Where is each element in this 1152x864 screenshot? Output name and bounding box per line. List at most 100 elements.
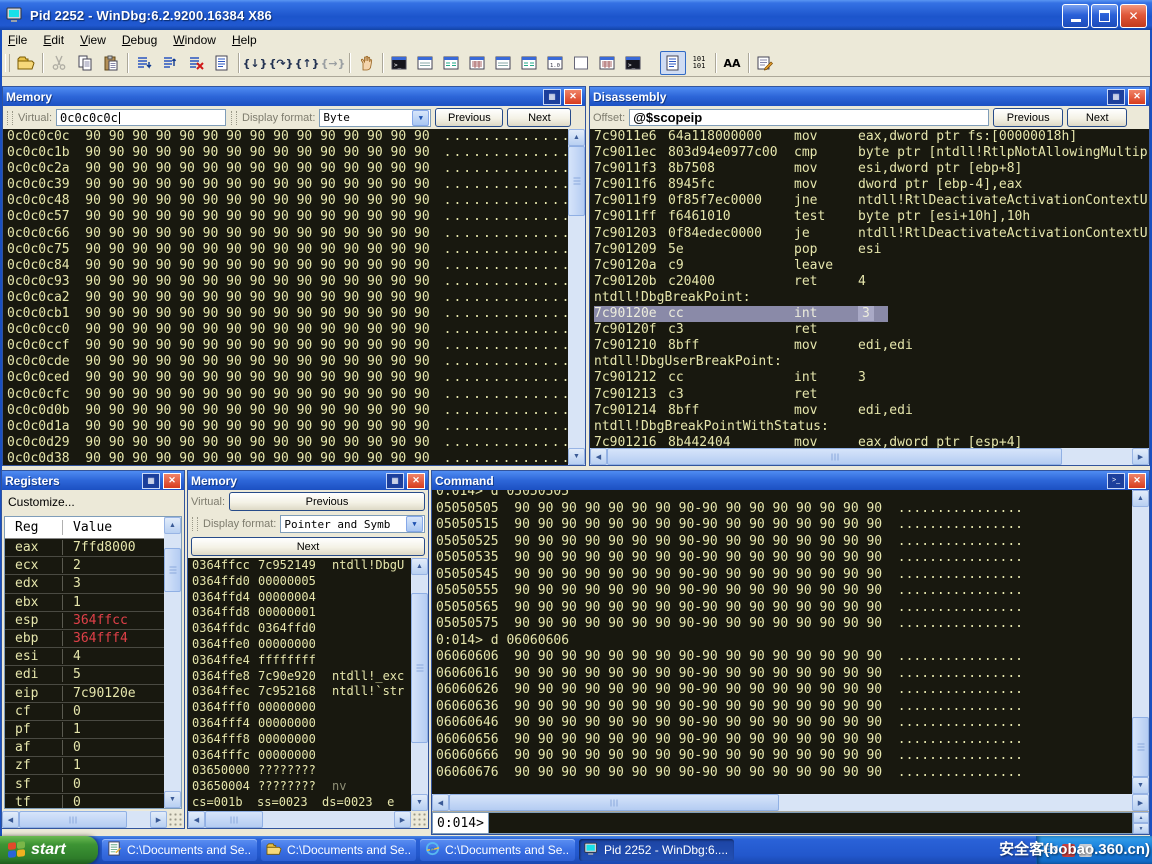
toolbar-grip[interactable]	[5, 54, 10, 72]
scroll-down-icon[interactable]: ▼	[1132, 777, 1149, 794]
float-window-icon[interactable]: ▦	[1107, 89, 1125, 105]
scrollbar-thumb[interactable]	[1132, 717, 1149, 777]
step-over-icon[interactable]: {↷}	[268, 51, 294, 75]
scrollbar-thumb[interactable]	[568, 146, 585, 216]
registers-titlebar[interactable]: Registers ▦ ✕	[2, 471, 184, 490]
taskbar-button[interactable]: C:\Documents and Se...	[261, 839, 416, 861]
spin-up-icon[interactable]: ▲	[1133, 812, 1149, 823]
go-icon[interactable]	[131, 51, 157, 75]
virtual-address-input[interactable]: 0c0c0c0c	[56, 109, 226, 126]
scroll-left-icon[interactable]: ◀	[188, 811, 205, 828]
menu-edit[interactable]: Edit	[35, 31, 72, 49]
options-icon[interactable]	[752, 51, 778, 75]
register-value[interactable]: 364ffcc	[63, 613, 128, 628]
start-button[interactable]: start	[0, 836, 98, 864]
register-value[interactable]: 2	[63, 558, 81, 573]
scroll-up-icon[interactable]: ▲	[1132, 490, 1149, 507]
spin-down-icon[interactable]: ▼	[1133, 823, 1149, 834]
scrollbar-thumb[interactable]	[607, 448, 1062, 465]
resize-grip[interactable]	[167, 811, 184, 828]
register-value[interactable]: 1	[63, 758, 81, 773]
resize-grip[interactable]	[411, 811, 428, 828]
disassembly-content[interactable]: 7c9011e664a118000000moveax,dword ptr fs:…	[590, 129, 1149, 448]
toolbar-grip[interactable]	[192, 517, 198, 531]
minimize-button[interactable]	[1062, 4, 1089, 28]
display-format-select[interactable]: Byte ▼	[319, 109, 431, 127]
command-output[interactable]: 0:014> d 0505050505050505 90 90 90 90 90…	[432, 490, 1132, 794]
previous-button[interactable]: Previous	[229, 492, 425, 511]
memory-window-icon[interactable]	[490, 51, 516, 75]
next-button[interactable]: Next	[507, 108, 571, 127]
register-value[interactable]: 0	[63, 795, 81, 808]
command-window-icon[interactable]: >_	[1107, 473, 1125, 489]
float-window-icon[interactable]: ▦	[543, 89, 561, 105]
command-browser-icon[interactable]: >_	[620, 51, 646, 75]
command-titlebar[interactable]: Command >_ ✕	[432, 471, 1149, 490]
registers-vscrollbar[interactable]: ▲ ▼	[164, 517, 181, 808]
register-value[interactable]: 1	[63, 595, 81, 610]
memory1-content[interactable]: 0c0c0c0c 90 90 90 90 90 90 90 90 90 90 9…	[3, 129, 568, 465]
open-source-file-icon[interactable]	[13, 51, 39, 75]
display-format-select[interactable]: Pointer and Symb ▼	[280, 515, 425, 533]
disassembly-hscrollbar[interactable]: ◀ ▶	[590, 448, 1149, 465]
chevron-down-icon[interactable]: ▼	[412, 110, 429, 126]
register-value[interactable]: 3	[63, 576, 81, 591]
calls-window-icon[interactable]	[516, 51, 542, 75]
command-vscrollbar[interactable]: ▲ ▼	[1132, 490, 1149, 794]
memory-display-icon[interactable]: 101 101	[686, 51, 712, 75]
register-value[interactable]: 0	[63, 704, 81, 719]
scroll-down-icon[interactable]: ▼	[411, 794, 428, 811]
next-button[interactable]: Next	[191, 537, 425, 556]
register-value[interactable]: 7c90120e	[63, 686, 136, 701]
scroll-left-icon[interactable]: ◀	[2, 811, 19, 828]
command-hscrollbar[interactable]: ◀ ▶	[432, 794, 1149, 811]
previous-button[interactable]: Previous	[993, 108, 1063, 127]
taskbar-button[interactable]: C:\Documents and Se...	[102, 839, 257, 861]
close-window-icon[interactable]: ✕	[407, 473, 425, 489]
memory2-content[interactable]: 0364ffcc7c952149ntdll!DbgU0364ffd0000000…	[188, 558, 411, 811]
menu-view[interactable]: View	[72, 31, 114, 49]
source-mode-icon[interactable]	[660, 51, 686, 75]
paste-icon[interactable]	[98, 51, 124, 75]
customize-window-icon[interactable]: ▦	[142, 473, 160, 489]
step-into-icon[interactable]: {↓}	[242, 51, 268, 75]
scroll-up-icon[interactable]: ▲	[568, 129, 585, 146]
registers-hscrollbar[interactable]: ◀ ▶	[2, 811, 184, 828]
step-out-icon[interactable]: {↑}	[294, 51, 320, 75]
close-window-icon[interactable]: ✕	[1128, 89, 1146, 105]
stop-debugging-icon[interactable]	[183, 51, 209, 75]
close-window-icon[interactable]: ✕	[1128, 473, 1146, 489]
register-value[interactable]: 5	[63, 667, 81, 682]
register-value[interactable]: 4	[63, 649, 81, 664]
break-icon[interactable]	[209, 51, 235, 75]
processes-window-icon[interactable]	[594, 51, 620, 75]
register-value[interactable]: 364fff4	[63, 631, 128, 646]
scrollbar-thumb[interactable]	[164, 548, 181, 592]
scroll-right-icon[interactable]: ▶	[1132, 448, 1149, 465]
customize-button[interactable]: Customize...	[2, 490, 184, 514]
menu-help[interactable]: Help	[224, 31, 265, 49]
register-value[interactable]: 1	[63, 722, 81, 737]
memory2-hscrollbar[interactable]: ◀ ▶	[188, 811, 428, 828]
scrollbar-thumb[interactable]	[205, 811, 263, 828]
register-value[interactable]: 7ffd8000	[63, 540, 136, 555]
chevron-down-icon[interactable]: ▼	[406, 516, 423, 532]
font-icon[interactable]: AA	[719, 51, 745, 75]
scroll-right-icon[interactable]: ▶	[1132, 794, 1149, 811]
register-value[interactable]: 0	[63, 777, 81, 792]
registers-window-icon[interactable]	[464, 51, 490, 75]
disassembly-window-icon[interactable]: 1.0	[542, 51, 568, 75]
scroll-left-icon[interactable]: ◀	[590, 448, 607, 465]
restart-icon[interactable]	[157, 51, 183, 75]
memory2-vscrollbar[interactable]: ▲ ▼	[411, 558, 428, 811]
previous-button[interactable]: Previous	[435, 108, 503, 127]
close-button[interactable]: ✕	[1120, 4, 1147, 28]
float-window-icon[interactable]: ▦	[386, 473, 404, 489]
watch-window-icon[interactable]	[412, 51, 438, 75]
register-value[interactable]: 0	[63, 740, 81, 755]
copy-icon[interactable]	[72, 51, 98, 75]
scroll-right-icon[interactable]: ▶	[394, 811, 411, 828]
scroll-up-icon[interactable]: ▲	[411, 558, 428, 575]
command-window-icon[interactable]: >_	[386, 51, 412, 75]
command-spinner[interactable]: ▲▼	[1133, 812, 1149, 834]
